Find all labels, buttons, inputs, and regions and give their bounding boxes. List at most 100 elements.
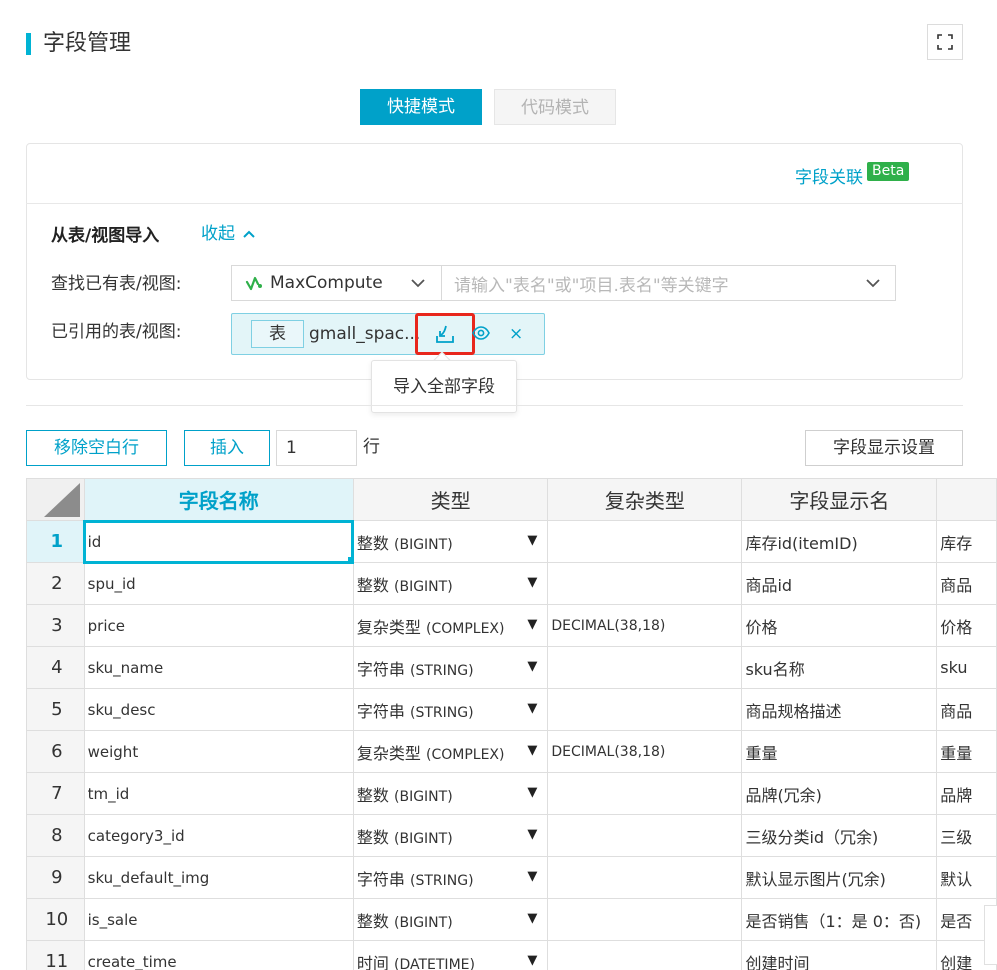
extra-cell[interactable]: 库存	[936, 520, 997, 563]
table-row[interactable]: 9 sku_default_img 字符串 (STRING) ▼ 默认显示图片(冗余) 默…	[26, 856, 997, 899]
display-name-cell[interactable]: 库存id(itemID)	[741, 520, 938, 563]
field-type-select[interactable]: 整数 (BIGINT) ▼	[352, 898, 549, 941]
field-name-cell[interactable]: sku_desc	[83, 688, 354, 731]
insert-rows-button[interactable]: 插入	[184, 430, 270, 466]
collapse-toggle[interactable]: 收起	[201, 222, 255, 246]
extra-cell[interactable]: 商品	[936, 688, 997, 731]
display-name-cell[interactable]: 三级分类id（冗余)	[741, 814, 938, 857]
row-count-input[interactable]: 1	[276, 430, 357, 466]
field-type-select[interactable]: 整数 (BIGINT) ▼	[352, 520, 549, 563]
field-name-text: create_time	[87, 952, 177, 970]
remove-blank-rows-button[interactable]: 移除空白行	[26, 430, 167, 466]
field-name-cell[interactable]: is_sale	[83, 898, 354, 941]
field-name-cell[interactable]: id	[83, 519, 355, 564]
display-name-cell[interactable]: 商品规格描述	[741, 688, 938, 731]
fullscreen-button[interactable]	[927, 24, 963, 60]
row-number[interactable]: 7	[26, 772, 85, 815]
display-name-cell[interactable]: 默认显示图片(冗余)	[741, 856, 938, 899]
row-number[interactable]: 6	[26, 730, 85, 773]
table-row[interactable]: 11 create_time 时间 (DATETIME) ▼ 创建时间 创建	[26, 940, 997, 970]
row-number[interactable]: 2	[26, 562, 85, 605]
fullscreen-icon	[937, 34, 953, 50]
horizontal-scrollbar-handle[interactable]	[984, 905, 997, 965]
select-all-corner[interactable]	[26, 478, 85, 521]
complex-type-cell[interactable]	[547, 898, 743, 941]
tab-quick-mode[interactable]: 快捷模式	[360, 89, 482, 125]
complex-type-cell[interactable]	[547, 772, 743, 815]
display-name-cell[interactable]: 价格	[741, 604, 938, 647]
row-number[interactable]: 5	[26, 688, 85, 731]
table-row[interactable]: 8 category3_id 整数 (BIGINT) ▼ 三级分类id（冗余) 三级	[26, 814, 997, 857]
field-type-select[interactable]: 字符串 (STRING) ▼	[352, 646, 549, 689]
complex-type-cell[interactable]	[547, 940, 743, 970]
field-type-select[interactable]: 整数 (BIGINT) ▼	[352, 814, 549, 857]
extra-cell[interactable]: 价格	[936, 604, 997, 647]
source-type-select[interactable]: MaxCompute	[231, 265, 442, 301]
field-relation-link[interactable]: 字段关联	[795, 166, 863, 190]
field-display-settings-button[interactable]: 字段显示设置	[805, 430, 963, 466]
table-row[interactable]: 2 spu_id 整数 (BIGINT) ▼ 商品id 商品	[26, 562, 997, 605]
row-number[interactable]: 1	[26, 520, 85, 563]
field-type-select[interactable]: 时间 (DATETIME) ▼	[352, 940, 549, 970]
field-name-cell[interactable]: tm_id	[83, 772, 354, 815]
display-name-cell[interactable]: 是否销售（1：是 0：否)	[741, 898, 938, 941]
extra-cell[interactable]: 三级	[936, 814, 997, 857]
column-header-extra[interactable]	[936, 478, 997, 521]
table-row[interactable]: 5 sku_desc 字符串 (STRING) ▼ 商品规格描述 商品	[26, 688, 997, 731]
referenced-table-name[interactable]: gmall_spac...	[309, 322, 420, 346]
row-number[interactable]: 11	[26, 940, 85, 970]
column-header-type[interactable]: 类型	[352, 478, 549, 521]
row-number[interactable]: 3	[26, 604, 85, 647]
field-name-cell[interactable]: sku_name	[83, 646, 354, 689]
field-name-cell[interactable]: spu_id	[83, 562, 354, 605]
table-row[interactable]: 1 id 整数 (BIGINT) ▼ 库存id(itemID) 库存	[26, 519, 997, 564]
table-row[interactable]: 7 tm_id 整数 (BIGINT) ▼ 品牌(冗余) 品牌	[26, 772, 997, 815]
field-name-cell[interactable]: price	[83, 604, 354, 647]
field-name-cell[interactable]: category3_id	[83, 814, 354, 857]
column-header-field-name[interactable]: 字段名称	[83, 478, 354, 521]
field-type-select[interactable]: 复杂类型 (COMPLEX) ▼	[352, 730, 549, 773]
display-name-cell[interactable]: 商品id	[741, 562, 938, 605]
field-name-cell[interactable]: sku_default_img	[83, 856, 354, 899]
extra-cell[interactable]: 默认	[936, 856, 997, 899]
extra-cell[interactable]: 品牌	[936, 772, 997, 815]
complex-type-cell[interactable]	[547, 688, 743, 731]
extra-cell[interactable]: 商品	[936, 562, 997, 605]
complex-type-cell[interactable]	[547, 520, 743, 563]
display-name-cell[interactable]: 重量	[741, 730, 938, 773]
column-header-display-name[interactable]: 字段显示名	[741, 478, 938, 521]
complex-type-cell[interactable]	[547, 562, 743, 605]
field-type-select[interactable]: 复杂类型 (COMPLEX) ▼	[352, 604, 549, 647]
complex-type-cell[interactable]: DECIMAL(38,18)	[547, 730, 743, 773]
row-number[interactable]: 9	[26, 856, 85, 899]
extra-cell[interactable]: 重量	[936, 730, 997, 773]
table-row[interactable]: 10 is_sale 整数 (BIGINT) ▼ 是否销售（1：是 0：否) 是否	[26, 898, 997, 941]
table-row[interactable]: 6 weight 复杂类型 (COMPLEX) ▼ DECIMAL(38,18) 重量 重量	[26, 730, 997, 773]
import-all-fields-button[interactable]	[415, 313, 475, 355]
eye-icon[interactable]	[472, 324, 490, 342]
row-number[interactable]: 8	[26, 814, 85, 857]
field-name-cell[interactable]: create_time	[83, 940, 354, 970]
extra-cell[interactable]: sku	[936, 646, 997, 689]
field-type-select[interactable]: 字符串 (STRING) ▼	[352, 688, 549, 731]
display-name-cell[interactable]: 创建时间	[741, 940, 938, 970]
row-number[interactable]: 10	[26, 898, 85, 941]
table-search-input[interactable]: 请输入"表名"或"项目.表名"等关键字	[441, 265, 896, 301]
complex-type-cell[interactable]	[547, 856, 743, 899]
field-type-select[interactable]: 字符串 (STRING) ▼	[352, 856, 549, 899]
field-type-select[interactable]: 整数 (BIGINT) ▼	[352, 562, 549, 605]
display-name-cell[interactable]: sku名称	[741, 646, 938, 689]
table-row[interactable]: 4 sku_name 字符串 (STRING) ▼ sku名称 sku	[26, 646, 997, 689]
tab-code-mode[interactable]: 代码模式	[494, 89, 616, 125]
complex-type-cell[interactable]	[547, 814, 743, 857]
field-name-cell[interactable]: weight	[83, 730, 354, 773]
display-name-cell[interactable]: 品牌(冗余)	[741, 772, 938, 815]
table-row[interactable]: 3 price 复杂类型 (COMPLEX) ▼ DECIMAL(38,18) 价格 价格	[26, 604, 997, 647]
column-header-complex-type[interactable]: 复杂类型	[547, 478, 743, 521]
close-icon[interactable]: ×	[509, 320, 523, 348]
field-type-select[interactable]: 整数 (BIGINT) ▼	[352, 772, 549, 815]
dropdown-caret-icon: ▼	[527, 911, 538, 926]
complex-type-cell[interactable]	[547, 646, 743, 689]
row-number[interactable]: 4	[26, 646, 85, 689]
complex-type-cell[interactable]: DECIMAL(38,18)	[547, 604, 743, 647]
